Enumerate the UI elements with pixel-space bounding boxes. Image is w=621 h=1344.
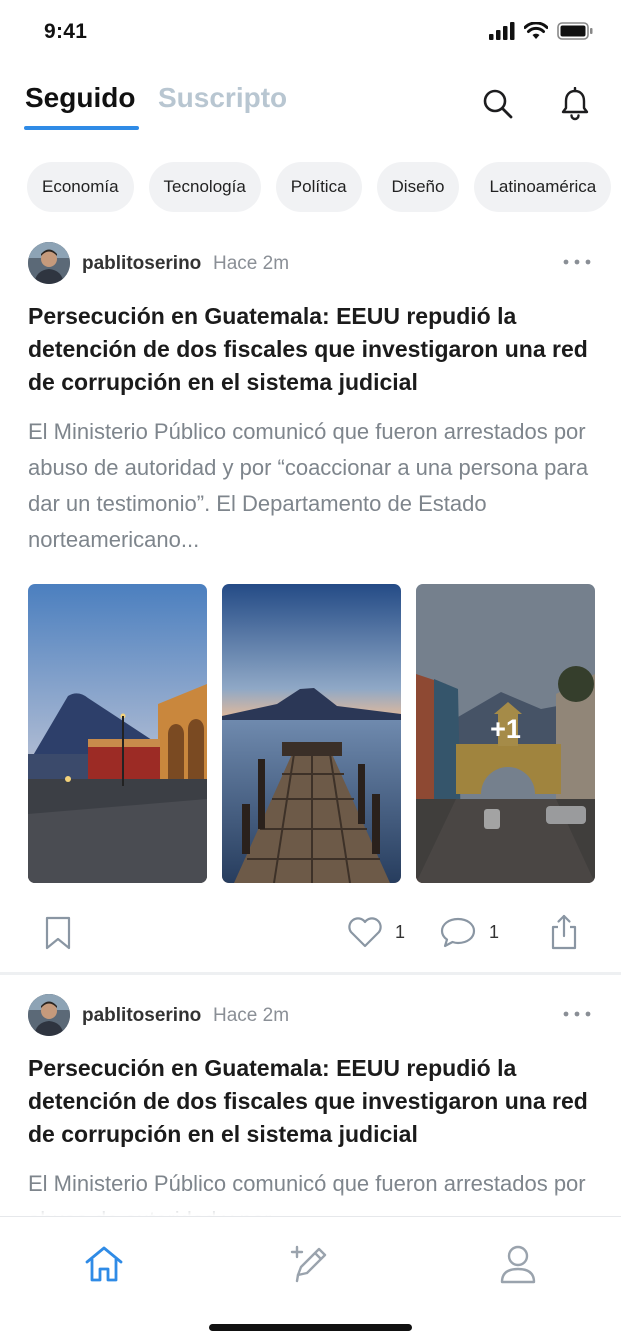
nav-home[interactable] <box>79 1239 129 1289</box>
share-icon <box>551 914 577 950</box>
post-image-dock[interactable] <box>222 584 401 883</box>
share-button[interactable] <box>550 914 578 950</box>
scroll-fade <box>0 1192 621 1216</box>
nav-compose[interactable] <box>285 1239 335 1289</box>
category-chips: Economía Tecnología Política Diseño Lati… <box>27 162 612 212</box>
more-dots-icon <box>563 259 591 265</box>
avatar[interactable] <box>28 994 70 1036</box>
tab-suscripto[interactable]: Suscripto <box>158 82 287 114</box>
compose-icon <box>290 1245 327 1283</box>
comment-icon <box>440 917 476 948</box>
home-indicator <box>209 1324 412 1331</box>
chip-economia[interactable]: Economía <box>27 162 134 212</box>
notifications-button[interactable] <box>555 84 595 124</box>
post-header: pablitoserino Hace 2m <box>28 994 594 1036</box>
nav-profile[interactable] <box>493 1239 543 1289</box>
battery-icon <box>557 22 593 40</box>
post-time: Hace 2m <box>213 1005 290 1026</box>
post-divider <box>0 972 621 975</box>
chip-latinoamerica[interactable]: Latinoamérica <box>474 162 612 212</box>
heart-icon <box>348 917 382 948</box>
home-icon <box>85 1246 123 1282</box>
post-image-street[interactable] <box>28 584 207 883</box>
post-title[interactable]: Persecución en Guatemala: EEUU repudió l… <box>28 300 593 399</box>
tab-seguido[interactable]: Seguido <box>25 82 135 114</box>
author-name[interactable]: pablitoserino <box>82 253 201 275</box>
avatar[interactable] <box>28 242 70 284</box>
chip-diseno[interactable]: Diseño <box>376 162 460 212</box>
search-icon <box>483 89 513 119</box>
profile-icon <box>500 1245 536 1284</box>
post-time: Hace 2m <box>213 253 290 274</box>
search-button[interactable] <box>478 84 518 124</box>
post-excerpt: El Ministerio Público comunicó que fuero… <box>28 419 589 552</box>
like-count: 1 <box>395 921 406 942</box>
more-images-count: +1 <box>490 714 521 744</box>
comment-count: 1 <box>489 921 500 942</box>
chip-politica[interactable]: Política <box>275 162 362 212</box>
more-options-button[interactable] <box>560 250 594 274</box>
signal-icon <box>489 22 515 40</box>
more-options-button[interactable] <box>560 1002 594 1026</box>
status-time: 9:41 <box>44 20 88 43</box>
chip-tecnologia[interactable]: Tecnología <box>148 162 261 212</box>
bookmark-icon <box>45 916 71 950</box>
wifi-icon <box>524 22 548 39</box>
status-bar: 9:41 <box>0 0 621 64</box>
post-actions: 1 1 <box>0 908 621 958</box>
post-header: pablitoserino Hace 2m <box>28 242 594 284</box>
post-image-arch[interactable]: +1 <box>416 584 595 883</box>
more-dots-icon <box>563 1011 591 1017</box>
bookmark-button[interactable] <box>44 916 72 950</box>
post-images: +1 <box>28 584 595 883</box>
header: Seguido Suscripto <box>0 70 621 140</box>
like-button[interactable]: 1 <box>347 916 405 948</box>
post-title[interactable]: Persecución en Guatemala: EEUU repudió l… <box>28 1052 593 1151</box>
comment-button[interactable]: 1 <box>439 916 499 948</box>
status-icons <box>489 22 593 40</box>
author-name[interactable]: pablitoserino <box>82 1005 201 1027</box>
bell-icon <box>561 87 589 121</box>
active-tab-indicator <box>24 126 139 130</box>
